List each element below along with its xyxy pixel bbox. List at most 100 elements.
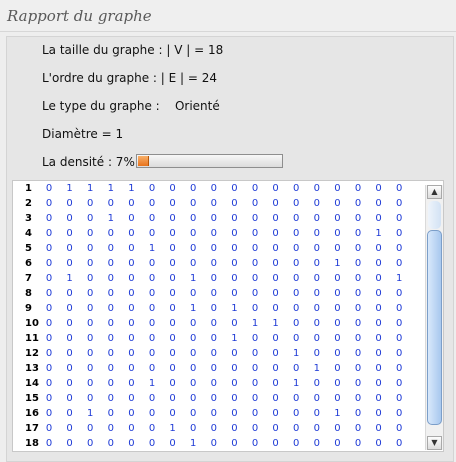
density-progress-bar [136,154,283,168]
matrix-cell: 0 [272,378,279,389]
matrix-cell: 0 [107,378,114,389]
matrix-cell: 0 [313,258,320,269]
matrix-cell: 0 [128,378,135,389]
matrix-cell: 0 [190,408,197,419]
scroll-down-icon[interactable]: ▼ [427,436,442,450]
matrix-cell: 0 [148,213,156,224]
matrix-cell: 0 [231,423,238,434]
scroll-up-icon[interactable]: ▲ [427,185,442,199]
matrix-cell: 0 [66,228,73,239]
scroll-track[interactable] [428,201,441,229]
matrix-cell: 0 [313,213,320,224]
matrix-cell: 0 [45,378,53,389]
matrix-cell: 1 [231,303,238,314]
matrix-cell: 0 [293,318,300,329]
matrix-cell: 0 [169,438,176,449]
matrix-cell: 0 [87,348,94,359]
matrix-cell: 1 [148,378,156,389]
matrix-cell: 0 [354,318,362,329]
matrix-cell: 0 [169,183,176,194]
matrix-cell: 0 [66,333,73,344]
graph-type-label: Le type du graphe : Orienté [42,99,220,113]
matrix-cell: 1 [334,258,341,269]
matrix-cell: 0 [251,273,259,284]
matrix-cell: 0 [396,183,403,194]
matrix-cell: 0 [128,438,135,449]
matrix-cell: 0 [231,228,238,239]
matrix-cell: 0 [375,363,382,374]
matrix-cell: 0 [354,423,362,434]
matrix-cell: 0 [87,273,94,284]
matrix-cell: 0 [375,378,382,389]
matrix-cell: 0 [231,183,238,194]
matrix-cell: 0 [169,213,176,224]
matrix-cell: 0 [334,273,341,284]
matrix-cell: 1 [148,243,156,254]
matrix-cell: 0 [334,198,341,209]
matrix-cell: 0 [251,303,259,314]
matrix-cell: 0 [354,408,362,419]
matrix-cell: 0 [128,213,135,224]
matrix-cell: 0 [354,348,362,359]
matrix-cell: 0 [313,423,320,434]
density-progress-fill [138,156,149,166]
matrix-cell: 0 [148,423,156,434]
matrix-cell: 1 [375,228,382,239]
matrix-cell: 0 [334,378,341,389]
matrix-row: 14 0 0 0 0 0 1 0 0 0 0 0 0 1 0 0 0 0 0 [13,378,425,393]
matrix-cell: 0 [293,393,300,404]
matrix-cell: 0 [148,438,156,449]
matrix-cell: 0 [272,198,279,209]
matrix-cell: 0 [45,183,53,194]
matrix-cell: 0 [251,213,259,224]
matrix-cell: 0 [272,213,279,224]
matrix-cell: 0 [334,303,341,314]
matrix-cell: 0 [231,198,238,209]
matrix-cell: 0 [210,408,217,419]
matrix-cell: 0 [375,183,382,194]
matrix-cell: 0 [272,273,279,284]
matrix-cell: 0 [313,348,320,359]
matrix-cell: 0 [148,228,156,239]
matrix-row: 6000000000000001000 [13,258,425,273]
matrix-cell: 0 [231,408,238,419]
matrix-cell: 0 [45,333,53,344]
matrix-cell: 0 [107,243,114,254]
matrix-cell: 0 [293,213,300,224]
matrix-cell: 0 [87,333,94,344]
matrix-cell: 0 [107,363,114,374]
matrix-cell: 0 [272,303,279,314]
matrix-cell: 1 [251,318,259,329]
matrix-cell: 0 [354,243,362,254]
scroll-thumb[interactable] [427,230,442,425]
matrix-cell: 0 [190,348,197,359]
matrix-row: 2000000000000000000 [13,198,425,213]
matrix-cell: 0 [87,303,94,314]
matrix-scrollbar[interactable]: ▲ ▼ [425,185,443,450]
matrix-cell: 0 [148,183,156,194]
adjacency-matrix[interactable]: 1011110000000000000200000000000000000030… [12,180,444,452]
matrix-cell: 0 [231,318,238,329]
matrix-cell: 0 [354,183,362,194]
matrix-cell: 0 [148,303,156,314]
matrix-cell: 0 [169,363,176,374]
matrix-cell: 0 [128,393,135,404]
matrix-cell: 0 [375,258,382,269]
matrix-cell: 0 [251,393,259,404]
matrix-cell: 0 [169,228,176,239]
matrix-cell: 0 [210,393,217,404]
matrix-cell: 0 [313,198,320,209]
matrix-cell: 0 [251,423,259,434]
matrix-cell: 0 [190,258,197,269]
matrix-cell: 0 [45,423,53,434]
matrix-cell: 0 [190,213,197,224]
matrix-cell: 0 [334,288,341,299]
matrix-cell: 0 [107,273,114,284]
matrix-cell: 0 [272,183,279,194]
matrix-cell: 0 [396,423,403,434]
matrix-cell: 0 [107,333,114,344]
matrix-cell: 0 [313,393,320,404]
matrix-cell: 0 [396,258,403,269]
density-label: La densité : 7% [42,155,135,169]
matrix-cell: 0 [87,243,94,254]
